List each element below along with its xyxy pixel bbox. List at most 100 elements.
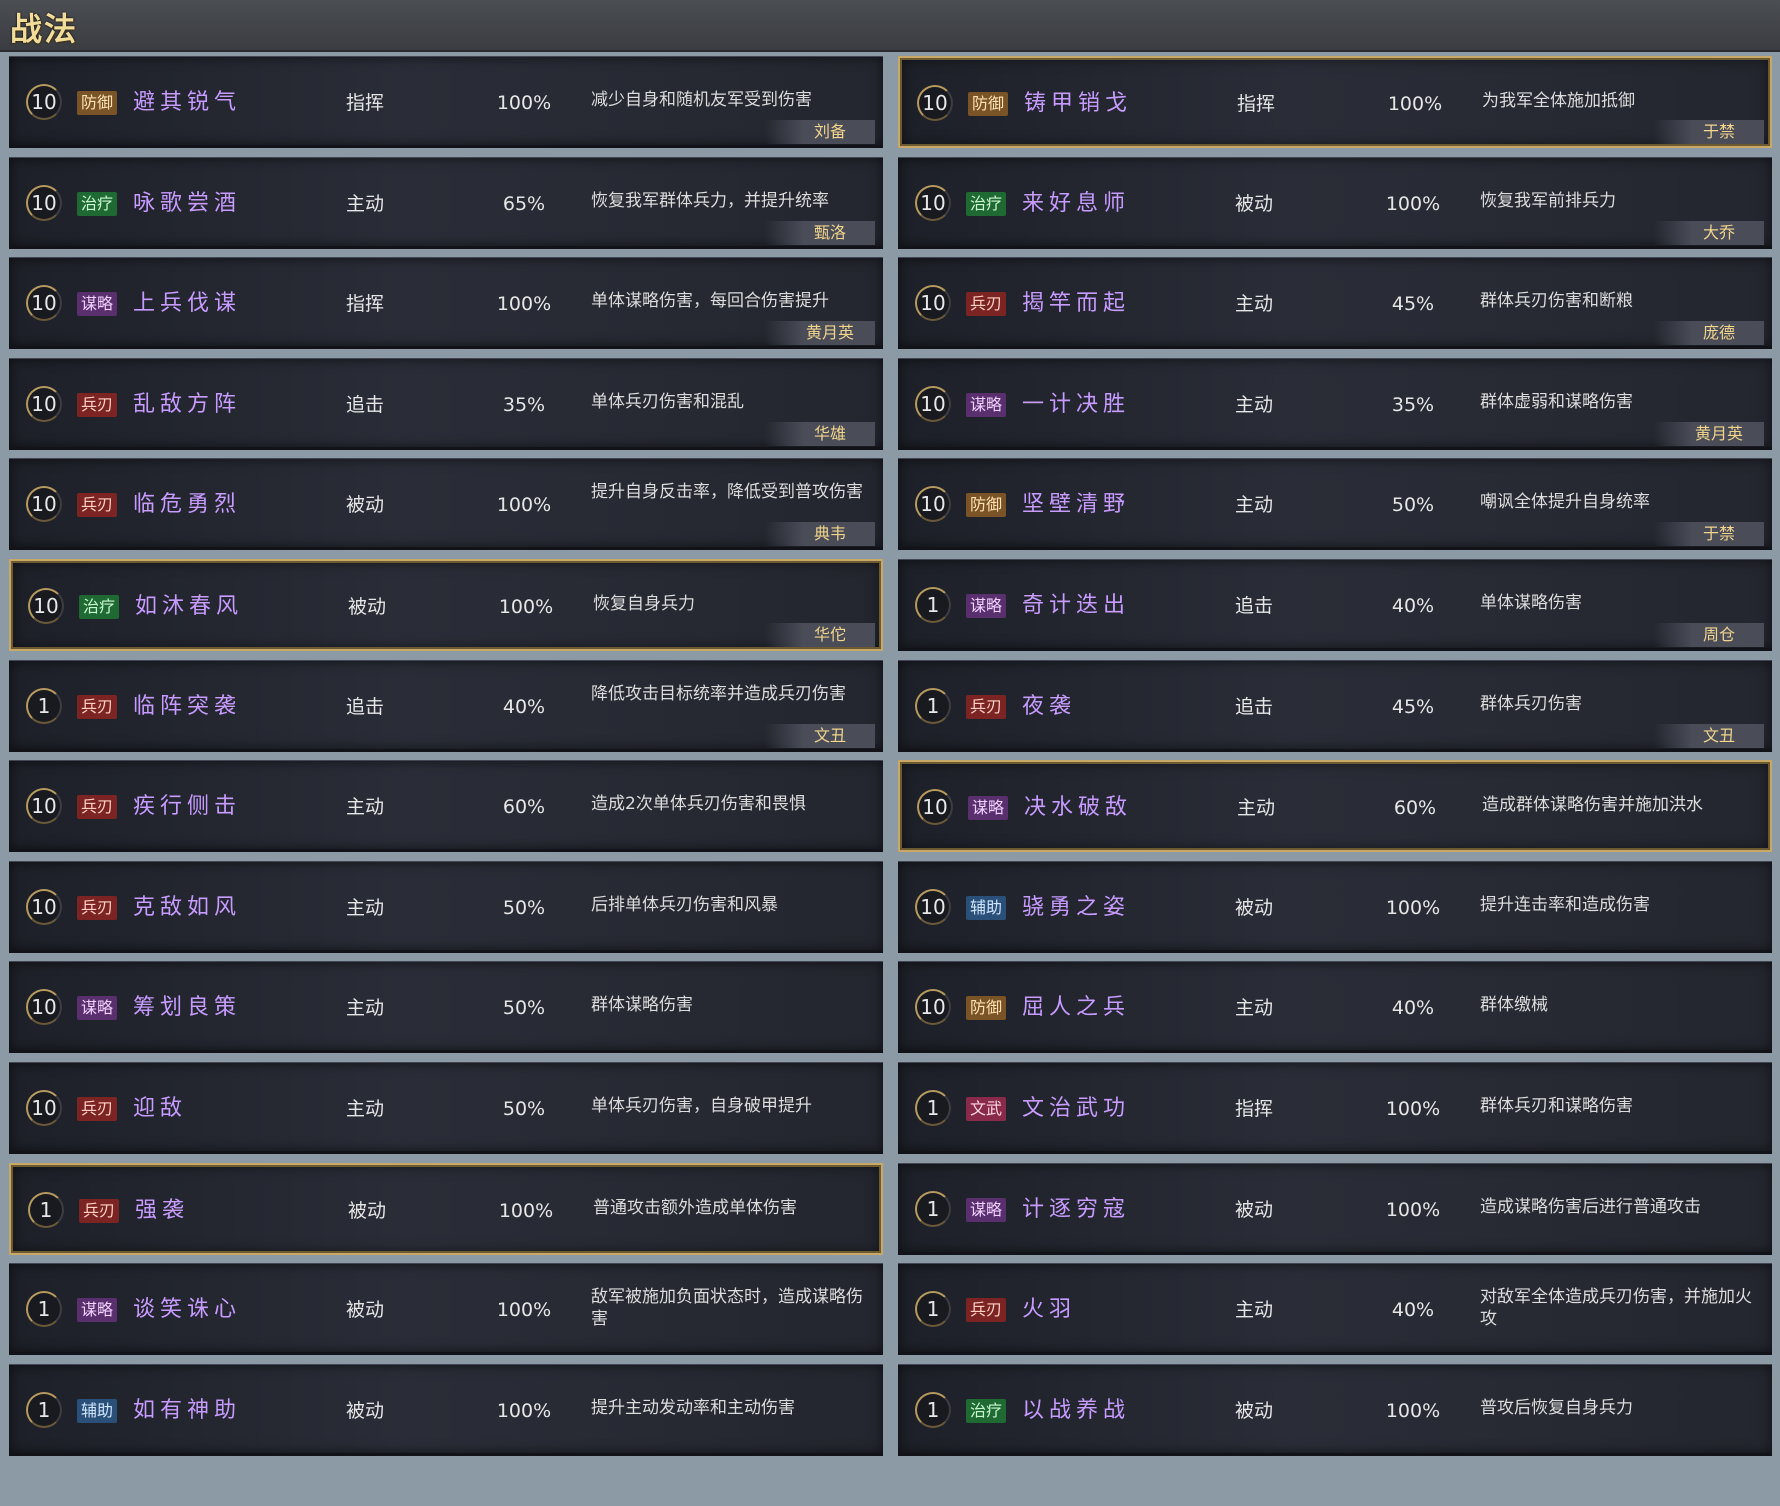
skill-card[interactable]: 10 兵刃 揭竿而起 主动 45% 群体兵刃伤害和断粮 庞德 — [898, 257, 1772, 350]
skill-source-hero: 周仓 — [1654, 622, 1764, 647]
skill-card[interactable]: 10 防御 避其锐气 指挥 100% 减少自身和随机友军受到伤害 刘备 — [9, 56, 883, 148]
skill-type: 主动 — [1237, 797, 1276, 820]
skill-card[interactable]: 10 兵刃 临危勇烈 被动 100% 提升自身反击率，降低受到普攻伤害 典韦 — [9, 458, 883, 551]
skill-trigger-rate: 50% — [502, 896, 546, 919]
skill-type: 追击 — [346, 393, 385, 416]
skill-source-hero: 华雄 — [765, 421, 875, 446]
skill-description: 恢复自身兵力 — [593, 593, 695, 614]
skill-category-tag: 辅助 — [966, 895, 1007, 920]
skill-card[interactable]: 10 治疗 咏歌尝酒 主动 65% 恢复我军群体兵力，并提升统率 甄洛 — [9, 156, 883, 249]
skill-name: 来好息师 — [1022, 190, 1131, 216]
skill-trigger-rate: 60% — [502, 796, 546, 819]
skill-name: 如有神助 — [133, 1397, 242, 1423]
skill-category-tag: 兵刃 — [77, 1096, 118, 1121]
skill-category-tag: 谋略 — [968, 796, 1009, 821]
skill-category-tag: 谋略 — [77, 1298, 118, 1323]
skill-name: 文治武功 — [1022, 1095, 1131, 1121]
skill-card[interactable]: 1 谋略 奇计迭出 追击 40% 单体谋略伤害 周仓 — [898, 558, 1772, 651]
skill-category-tag: 兵刃 — [966, 292, 1007, 317]
skill-card[interactable]: 1 兵刃 临阵突袭 追击 40% 降低攻击目标统率并造成兵刃伤害 文丑 — [9, 659, 883, 752]
skill-description: 减少自身和随机友军受到伤害 — [591, 90, 812, 110]
skill-type: 主动 — [346, 896, 385, 919]
skill-card[interactable]: 10 治疗 来好息师 被动 100% 恢复我军前排兵力 大乔 — [898, 156, 1772, 249]
skill-card[interactable]: 10 谋略 决水破敌 主动 60% 造成群体谋略伤害并施加洪水 — [898, 760, 1772, 853]
skill-level-badge: 1 — [915, 1391, 951, 1428]
skill-name: 骁勇之姿 — [1022, 894, 1131, 920]
skill-description: 群体兵刃伤害和断粮 — [1480, 291, 1633, 312]
top-bar: 战法 — [0, 0, 1780, 52]
skill-trigger-rate: 100% — [496, 1399, 552, 1422]
skill-level-badge: 10 — [915, 989, 951, 1026]
skill-type: 主动 — [346, 1097, 385, 1120]
skill-trigger-rate: 40% — [502, 695, 546, 718]
skill-card[interactable]: 1 兵刃 强袭 被动 100% 普通攻击额外造成单体伤害 — [9, 1162, 883, 1255]
skill-type: 主动 — [1235, 393, 1274, 416]
skill-card[interactable]: 1 辅助 如有神助 被动 100% 提升主动发动率和主动伤害 — [9, 1363, 883, 1456]
skill-card[interactable]: 10 兵刃 克敌如风 主动 50% 后排单体兵刃伤害和风暴 — [9, 860, 883, 953]
skill-trigger-rate: 50% — [502, 997, 546, 1020]
skill-card[interactable]: 1 谋略 计逐穷寇 被动 100% 造成谋略伤害后进行普通攻击 — [898, 1162, 1772, 1255]
skill-category-tag: 防御 — [968, 92, 1009, 116]
skill-card[interactable]: 1 兵刃 火羽 主动 40% 对敌军全体造成兵刃伤害，并施加火攻 — [898, 1263, 1772, 1356]
skill-level-badge: 1 — [915, 586, 951, 623]
skill-card[interactable]: 1 文武 文治武功 指挥 100% 群体兵刃和谋略伤害 — [898, 1061, 1772, 1154]
skill-card[interactable]: 10 兵刃 乱敌方阵 追击 35% 单体兵刃伤害和混乱 华雄 — [9, 357, 883, 450]
skill-name: 临阵突袭 — [133, 693, 242, 719]
skill-category-tag: 兵刃 — [966, 694, 1007, 719]
skill-trigger-rate: 100% — [1385, 896, 1441, 919]
skill-type: 主动 — [346, 192, 385, 215]
skill-category-tag: 治疗 — [77, 191, 118, 216]
skill-type: 被动 — [1235, 1198, 1274, 1221]
skill-description: 提升主动发动率和主动伤害 — [591, 1397, 795, 1418]
skill-trigger-rate: 100% — [496, 494, 552, 517]
skill-description: 恢复我军群体兵力，并提升统率 — [591, 190, 829, 211]
skill-name: 临危勇烈 — [133, 492, 242, 518]
skill-name: 坚壁清野 — [1022, 492, 1131, 518]
skill-trigger-rate: 40% — [1391, 594, 1435, 617]
skill-card[interactable]: 10 谋略 一计决胜 主动 35% 群体虚弱和谋略伤害 黄月英 — [898, 357, 1772, 450]
skill-category-tag: 兵刃 — [79, 1198, 120, 1223]
skill-card[interactable]: 10 兵刃 迎敌 主动 50% 单体兵刃伤害，自身破甲提升 — [9, 1061, 883, 1154]
skill-level-badge: 1 — [915, 1291, 951, 1328]
skill-name: 克敌如风 — [133, 894, 242, 920]
skill-type: 追击 — [1235, 695, 1274, 718]
skill-category-tag: 辅助 — [77, 1398, 118, 1423]
skill-description: 为我军全体施加抵御 — [1482, 91, 1635, 111]
skill-type: 被动 — [1235, 1399, 1274, 1422]
skill-card[interactable]: 10 防御 屈人之兵 主动 40% 群体缴械 — [898, 961, 1772, 1054]
skill-name: 上兵伐谋 — [133, 291, 242, 317]
skill-level-badge: 10 — [915, 385, 951, 422]
skill-card[interactable]: 1 谋略 谈笑诛心 被动 100% 敌军被施加负面状态时，造成谋略伤害 — [9, 1263, 883, 1356]
skill-trigger-rate: 35% — [1391, 393, 1435, 416]
skill-card[interactable]: 10 谋略 上兵伐谋 指挥 100% 单体谋略伤害，每回合伤害提升 黄月英 — [9, 257, 883, 350]
skill-type: 被动 — [1235, 192, 1274, 215]
skill-level-badge: 10 — [26, 285, 62, 322]
skill-category-tag: 治疗 — [966, 191, 1007, 216]
skill-card[interactable]: 10 防御 铸甲销戈 指挥 100% 为我军全体施加抵御 于禁 — [898, 56, 1772, 148]
skill-category-tag: 治疗 — [966, 1398, 1007, 1423]
skill-source-hero: 文丑 — [1654, 723, 1764, 748]
skill-name: 疾行侧击 — [133, 794, 242, 820]
skill-source-hero: 甄洛 — [765, 220, 875, 245]
skill-card[interactable]: 10 谋略 筹划良策 主动 50% 群体谋略伤害 — [9, 961, 883, 1054]
skill-card[interactable]: 1 兵刃 夜袭 追击 45% 群体兵刃伤害 文丑 — [898, 659, 1772, 752]
skill-type: 指挥 — [1237, 93, 1276, 115]
skill-card[interactable]: 10 辅助 骁勇之姿 被动 100% 提升连击率和造成伤害 — [898, 860, 1772, 953]
skill-card[interactable]: 1 治疗 以战养战 被动 100% 普攻后恢复自身兵力 — [898, 1363, 1772, 1456]
skill-type: 追击 — [1235, 594, 1274, 617]
skill-card[interactable]: 10 防御 坚壁清野 主动 50% 嘲讽全体提升自身统率 于禁 — [898, 458, 1772, 551]
skill-card[interactable]: 10 兵刃 疾行侧击 主动 60% 造成2次单体兵刃伤害和畏惧 — [9, 760, 883, 853]
skill-name: 火羽 — [1022, 1297, 1077, 1323]
skill-description: 后排单体兵刃伤害和风暴 — [591, 894, 778, 915]
skill-trigger-rate: 50% — [1391, 494, 1435, 517]
skill-trigger-rate: 100% — [1385, 1399, 1441, 1422]
skill-card[interactable]: 10 治疗 如沐春风 被动 100% 恢复自身兵力 华佗 — [9, 558, 883, 651]
skill-level-badge: 10 — [915, 486, 951, 523]
skill-level-badge: 10 — [26, 989, 62, 1026]
skill-description: 单体兵刃伤害，自身破甲提升 — [591, 1095, 812, 1116]
skill-description: 降低攻击目标统率并造成兵刃伤害 — [591, 683, 846, 704]
skill-category-tag: 谋略 — [77, 996, 118, 1021]
skill-description: 单体谋略伤害 — [1480, 592, 1582, 613]
skill-type: 主动 — [1235, 293, 1274, 316]
skill-name: 夜袭 — [1022, 693, 1077, 719]
